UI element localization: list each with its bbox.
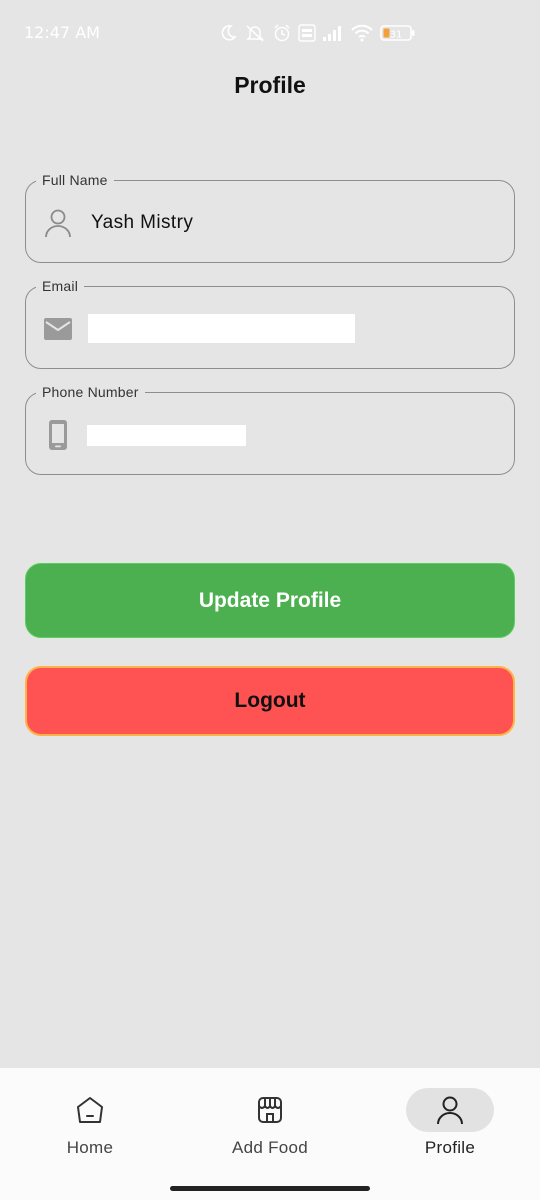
logout-button[interactable]: Logout [25,666,515,736]
phone-input[interactable] [87,425,246,446]
phone-field[interactable]: Phone Number [25,383,515,475]
home-indicator [170,1186,370,1191]
status-icons: 31 [218,22,416,44]
phone-label: Phone Number [36,383,145,401]
email-label: Email [36,277,85,295]
full-name-field[interactable]: Full Name Yash Mistry [25,171,515,263]
mail-icon [42,313,74,345]
person-icon [437,1096,463,1125]
nav-label-home: Home [66,1138,114,1157]
alarm-icon [274,24,290,42]
full-name-input[interactable]: Yash Mistry [91,212,193,234]
moon-icon [221,25,237,41]
wifi-icon [351,24,373,42]
home-icon [77,1097,103,1123]
page-title: Profile [234,72,306,98]
signal-icon [323,26,341,41]
nav-item-profile[interactable]: Profile [370,1088,530,1178]
nav-item-home[interactable]: Home [10,1088,170,1178]
person-icon [42,207,74,239]
status-time: 12:47 AM [24,23,100,42]
store-icon [258,1097,282,1123]
mute-icon [246,25,264,42]
update-profile-button[interactable]: Update Profile [25,563,515,638]
nav-label-profile: Profile [424,1138,476,1157]
battery-icon: 31 [380,25,415,41]
battery-level: 31 [390,30,403,41]
phone-icon [42,419,74,451]
full-name-label: Full Name [36,171,114,189]
status-bar: 12:47 AM 31 [0,0,540,64]
email-input[interactable] [88,314,355,343]
email-field[interactable]: Email [25,277,515,369]
nav-item-add-food[interactable]: Add Food [190,1088,350,1178]
bottom-nav: Home Add Food Profile [0,1068,540,1200]
volte-icon [298,24,316,42]
nav-label-add-food: Add Food [231,1138,309,1157]
